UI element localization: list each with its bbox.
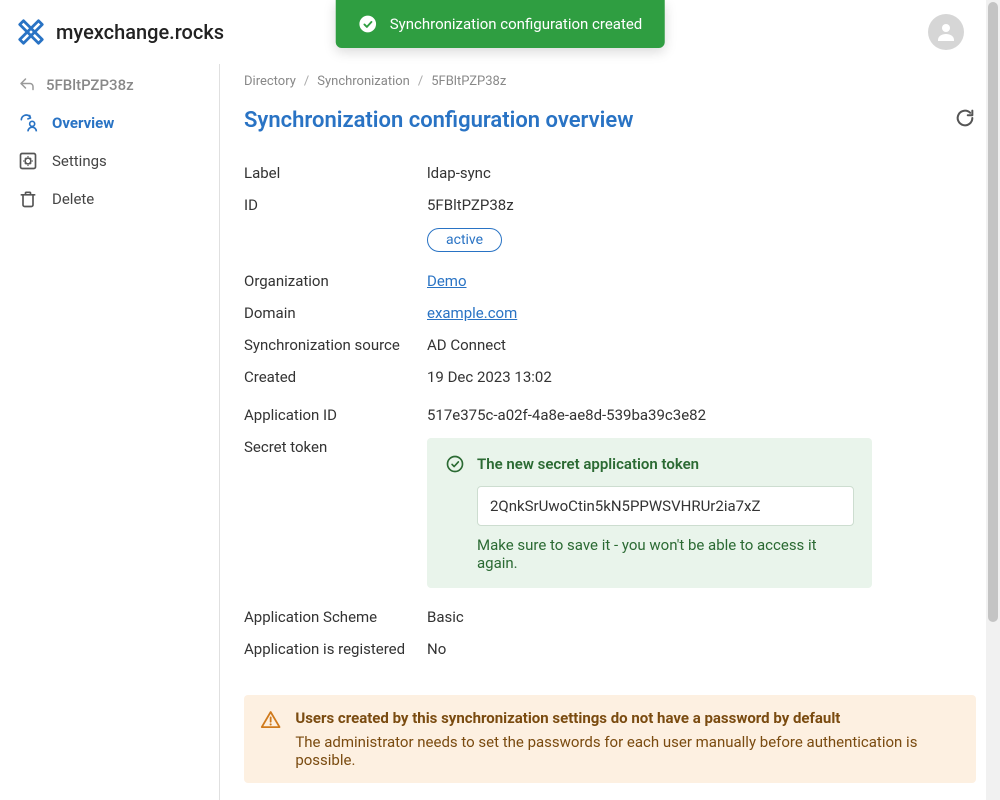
organization-link[interactable]: Demo: [427, 272, 467, 290]
detail-row-id: ID 5FBltPZP38z: [244, 189, 976, 221]
brand-group[interactable]: myexchange.rocks: [16, 17, 224, 47]
detail-row-appid: Application ID 517e375c-a02f-4a8e-ae8d-5…: [244, 399, 976, 431]
detail-key: Created: [244, 368, 427, 386]
detail-value: 19 Dec 2023 13:02: [427, 368, 976, 386]
sidebar-back[interactable]: 5FBltPZP38z: [0, 68, 219, 104]
password-warning-alert: Users created by this synchronization se…: [244, 695, 976, 783]
success-toast: Synchronization configuration created: [336, 0, 665, 48]
refresh-button[interactable]: [954, 107, 976, 133]
sidebar-item-label: Overview: [52, 114, 114, 132]
detail-value: 517e375c-a02f-4a8e-ae8d-539ba39c3e82: [427, 406, 976, 424]
alert-body: The administrator needs to set the passw…: [295, 733, 960, 769]
breadcrumb-item[interactable]: Directory: [244, 74, 296, 89]
page-title: Synchronization configuration overview: [244, 108, 633, 133]
detail-row-created: Created 19 Dec 2023 13:02: [244, 361, 976, 393]
detail-row-registered: Application is registered No: [244, 633, 976, 665]
detail-key: ID: [244, 196, 427, 214]
breadcrumb-item[interactable]: Synchronization: [317, 74, 410, 89]
alert-title: Users created by this synchronization se…: [295, 709, 960, 727]
detail-row-label: Label ldap-sync: [244, 157, 976, 189]
detail-key: Secret token: [244, 438, 427, 456]
detail-key: Application is registered: [244, 640, 427, 658]
main-content: Directory / Synchronization / 5FBltPZP38…: [220, 64, 1000, 800]
brand-name: myexchange.rocks: [56, 20, 224, 44]
sidebar: 5FBltPZP38z Overview Settings Delet: [0, 64, 220, 800]
detail-key: Domain: [244, 304, 427, 322]
status-badge: active: [427, 228, 502, 252]
back-arrow-icon: [18, 76, 36, 94]
token-value-field[interactable]: 2QnkSrUwoCtin5kN5PPWSVHRUr2ia7xZ: [477, 486, 854, 526]
breadcrumb-separator: /: [304, 74, 309, 89]
scrollbar-thumb[interactable]: [988, 2, 998, 622]
breadcrumb: Directory / Synchronization / 5FBltPZP38…: [244, 74, 976, 89]
token-help-text: Make sure to save it - you won't be able…: [477, 536, 854, 572]
toast-message: Synchronization configuration created: [390, 15, 643, 33]
warning-triangle-icon: [260, 709, 281, 731]
detail-value: ldap-sync: [427, 164, 976, 182]
detail-row-domain: Domain example.com: [244, 297, 976, 329]
settings-app-icon: [18, 151, 38, 171]
domain-link[interactable]: example.com: [427, 304, 517, 322]
detail-key: Synchronization source: [244, 336, 427, 354]
detail-key: Application Scheme: [244, 608, 427, 626]
refresh-icon: [954, 107, 976, 129]
brand-logo-icon: [16, 17, 46, 47]
sidebar-item-label: Delete: [52, 190, 94, 208]
detail-value: 5FBltPZP38z: [427, 196, 976, 214]
token-title: The new secret application token: [477, 455, 699, 473]
detail-row-scheme: Application Scheme Basic: [244, 601, 976, 633]
user-avatar[interactable]: [928, 14, 964, 50]
sidebar-entity-id: 5FBltPZP38z: [46, 76, 134, 94]
sidebar-item-settings[interactable]: Settings: [0, 142, 219, 180]
detail-key: Organization: [244, 272, 427, 290]
check-circle-icon: [358, 14, 378, 34]
sync-user-icon: [18, 113, 38, 133]
trash-icon: [18, 189, 38, 209]
check-circle-outline-icon: [445, 454, 465, 474]
detail-value: Basic: [427, 608, 976, 626]
detail-key: Label: [244, 164, 427, 182]
detail-key: Application ID: [244, 406, 427, 424]
sidebar-item-overview[interactable]: Overview: [0, 104, 219, 142]
sidebar-item-label: Settings: [52, 152, 107, 170]
person-icon: [934, 20, 958, 44]
sidebar-item-delete[interactable]: Delete: [0, 180, 219, 218]
detail-row-organization: Organization Demo: [244, 265, 976, 297]
detail-value: AD Connect: [427, 336, 976, 354]
detail-row-secret: Secret token The new secret application …: [244, 431, 976, 595]
detail-row-source: Synchronization source AD Connect: [244, 329, 976, 361]
secret-token-notice: The new secret application token 2QnkSrU…: [427, 438, 872, 588]
detail-value: No: [427, 640, 976, 658]
detail-row-status: active: [244, 221, 976, 259]
breadcrumb-item: 5FBltPZP38z: [431, 74, 506, 89]
breadcrumb-separator: /: [418, 74, 423, 89]
page-scrollbar[interactable]: [986, 0, 1000, 800]
